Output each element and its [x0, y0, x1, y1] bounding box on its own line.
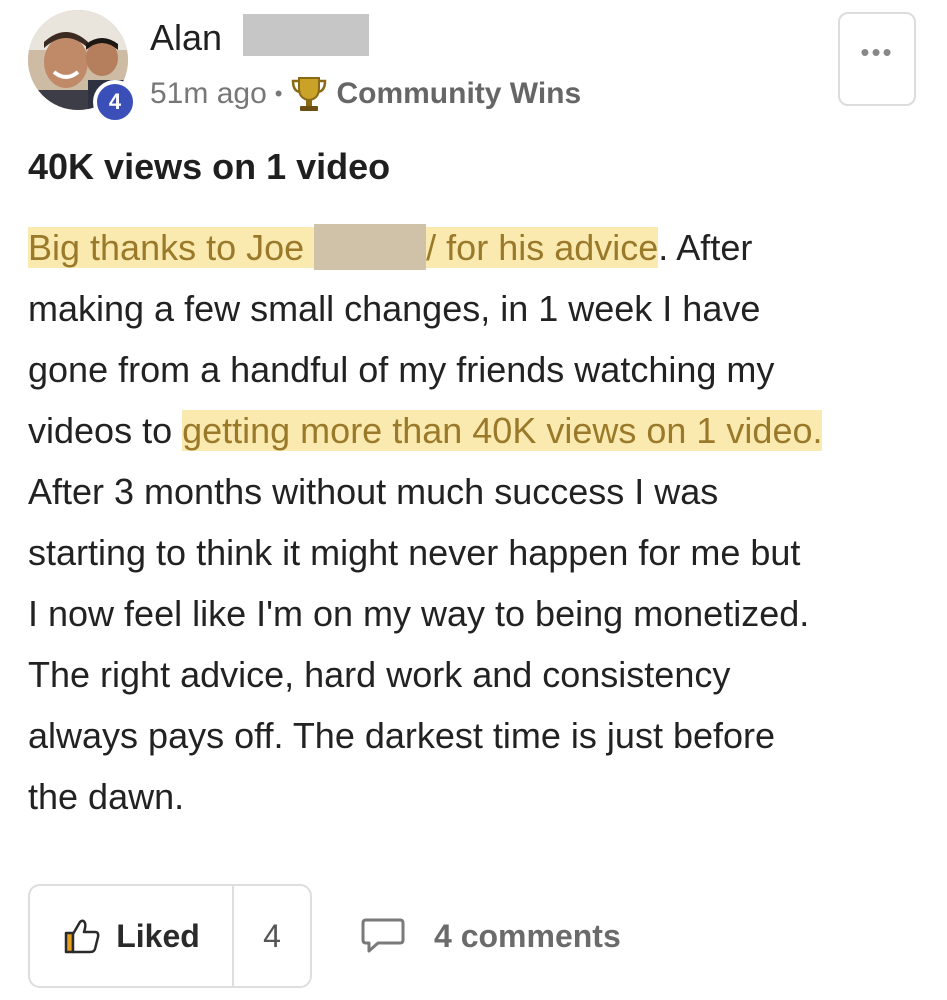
comments-link[interactable]: 4 comments [360, 914, 621, 958]
body-line: Big thanks to Joe / for his advice. Afte… [28, 217, 928, 278]
body-line: After 3 months without much success I wa… [28, 471, 719, 512]
more-options-button[interactable]: ••• [838, 12, 916, 106]
post-category[interactable]: Community Wins [336, 77, 581, 111]
like-count[interactable]: 4 [234, 886, 310, 986]
like-label: Liked [116, 917, 200, 954]
trophy-icon [292, 77, 327, 111]
body-line: I now feel like I'm on my way to being m… [28, 593, 810, 634]
like-button[interactable]: Liked [30, 886, 234, 986]
body-line: gone from a handful of my friends watchi… [28, 349, 775, 390]
post-meta: 51m ago • Community Wins [150, 72, 581, 116]
body-line: starting to think it might never happen … [28, 532, 801, 573]
comments-label: 4 comments [434, 917, 621, 954]
more-horizontal-icon: ••• [860, 37, 894, 67]
post-body: Big thanks to Joe / for his advice. Afte… [28, 217, 928, 827]
level-badge: 4 [93, 80, 137, 124]
redacted-name [314, 224, 427, 270]
post-title: 40K views on 1 video [28, 146, 391, 187]
body-line: making a few small changes, in 1 week I … [28, 288, 761, 329]
body-line: the dawn. [28, 776, 185, 817]
meta-separator: • [274, 81, 283, 106]
redacted-surname [243, 14, 369, 56]
like-control: Liked 4 [28, 884, 312, 988]
post-card: 4 Alan 51m ago • Community Wins ••• 40K … [0, 0, 947, 1000]
author-name[interactable]: Alan [150, 16, 222, 60]
comment-icon [361, 918, 405, 953]
highlighted-text: Big thanks to Joe / for his advice [28, 224, 659, 270]
post-timestamp: 51m ago [150, 77, 267, 110]
highlighted-text: getting more than 40K views on 1 video. [182, 410, 823, 451]
body-line: videos to getting more than 40K views on… [28, 410, 823, 451]
thumbs-up-icon [64, 919, 100, 954]
body-line: The right advice, hard work and consiste… [28, 654, 731, 695]
body-line: always pays off. The darkest time is jus… [28, 715, 776, 756]
